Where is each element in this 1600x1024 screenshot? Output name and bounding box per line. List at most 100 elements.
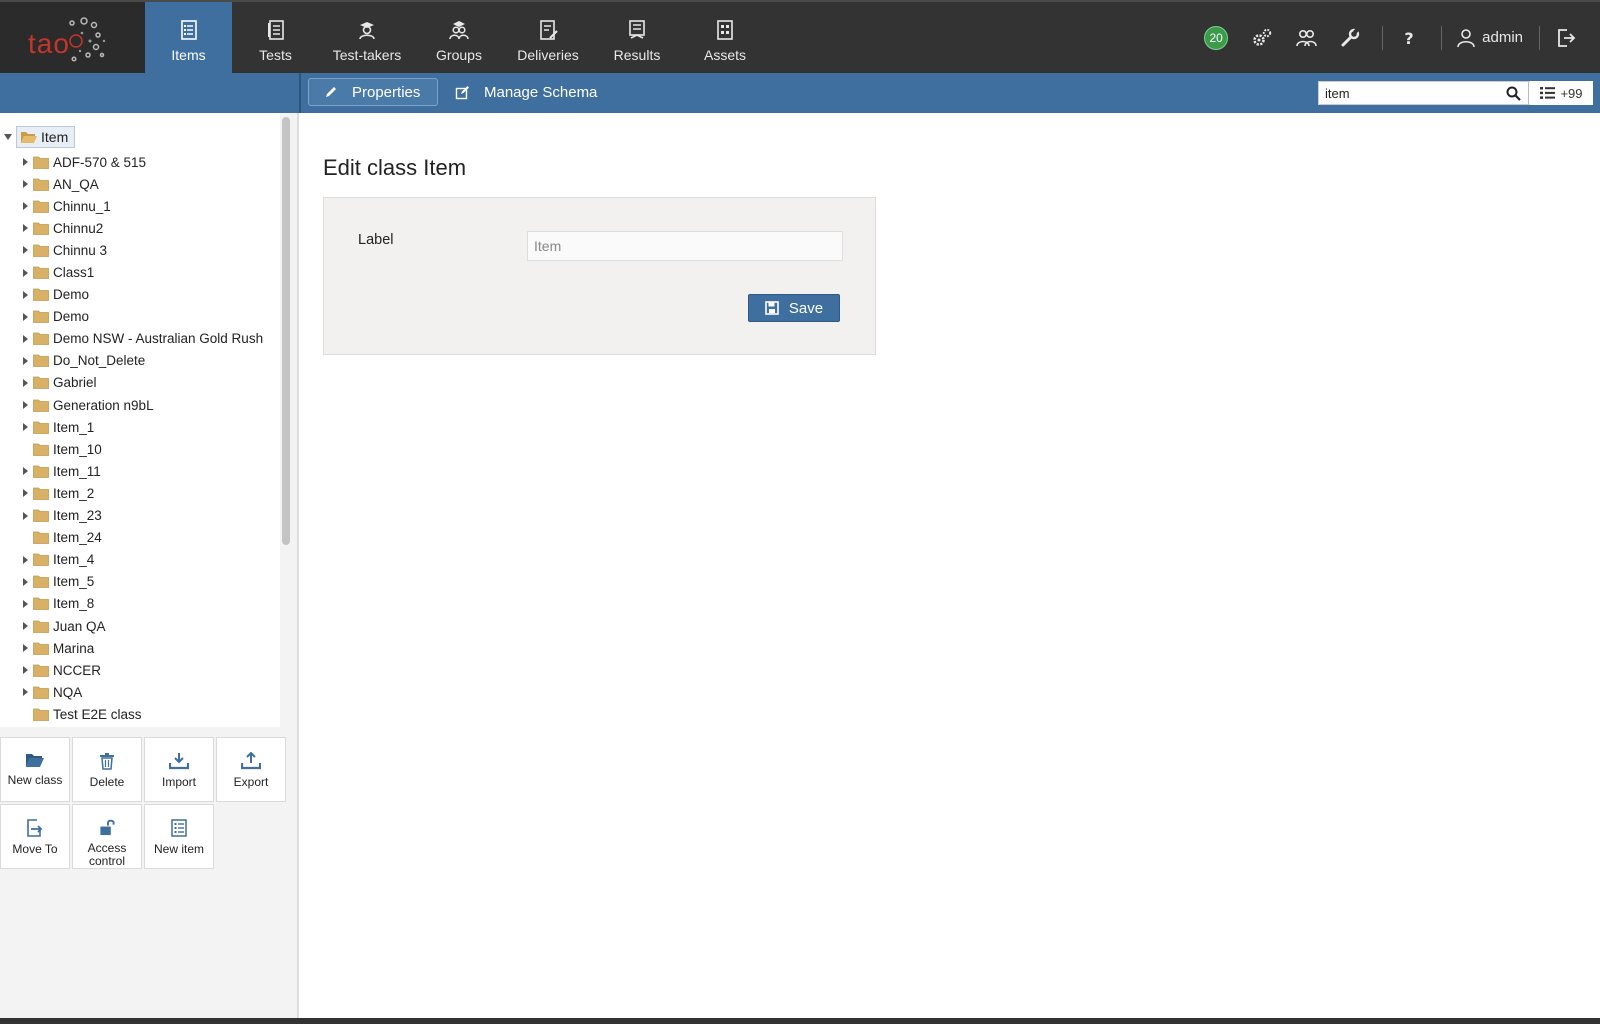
expand-arrow-icon[interactable]: [19, 356, 31, 365]
folder-icon: [33, 222, 49, 235]
tree-node[interactable]: Generation n9bL: [0, 394, 280, 416]
save-button[interactable]: Save: [748, 294, 840, 322]
tree-node[interactable]: Demo: [0, 306, 280, 328]
tree-node[interactable]: Item_2: [0, 482, 280, 504]
folder-open-icon: [21, 132, 37, 143]
expand-arrow-icon[interactable]: [19, 599, 31, 608]
search-results-button[interactable]: +99: [1530, 81, 1593, 105]
tree-node[interactable]: Juan QA: [0, 615, 280, 637]
help-icon[interactable]: ?: [1397, 26, 1421, 50]
tab-manage-schema-label: Manage Schema: [484, 83, 598, 101]
tree-node[interactable]: Chinnu2: [0, 217, 280, 239]
left-panel: Item ADF-570 & 515 AN_QA Chinnu_1 Chinnu2 Ch…: [0, 113, 299, 1018]
tree-node[interactable]: Item_5: [0, 571, 280, 593]
tree-node[interactable]: Chinnu_1: [0, 195, 280, 217]
users-icon[interactable]: [1294, 26, 1318, 50]
tree-node[interactable]: NQA: [0, 681, 280, 703]
expand-arrow-icon[interactable]: [19, 555, 31, 564]
tree-node[interactable]: ADF-570 & 515: [0, 151, 280, 173]
tree-node[interactable]: NCCER: [0, 659, 280, 681]
expand-arrow-icon[interactable]: [19, 577, 31, 586]
main-content: Edit class Item Label Save: [301, 113, 1600, 1018]
folder-icon: [33, 332, 49, 346]
tree-node[interactable]: Item_4: [0, 549, 280, 571]
tree-node[interactable]: Gabriel: [0, 372, 280, 394]
folder-icon: [33, 266, 49, 279]
search-input[interactable]: [1319, 82, 1499, 104]
expand-arrow-icon[interactable]: [19, 511, 31, 520]
access-control-label-2: control: [88, 854, 126, 868]
settings-gears-icon[interactable]: [1250, 26, 1274, 50]
triangle-right-icon: [22, 666, 28, 675]
tao-logo[interactable]: tao: [0, 2, 145, 73]
expand-arrow-icon[interactable]: [19, 401, 31, 410]
tree-node[interactable]: Chinnu 3: [0, 239, 280, 261]
unlock-icon: [100, 819, 115, 836]
expand-arrow-icon[interactable]: [19, 224, 31, 233]
expand-arrow-icon[interactable]: [19, 158, 31, 167]
page-title: Edit class Item: [323, 155, 467, 180]
tree-node-label: Chinnu_1: [53, 198, 111, 214]
tree-node[interactable]: Item_8: [0, 593, 280, 615]
tree-node[interactable]: Test E2E class: [0, 703, 280, 725]
nav-test-takers-label: Test-takers: [332, 47, 402, 63]
expand-arrow-icon[interactable]: [19, 688, 31, 697]
expand-arrow-icon[interactable]: [19, 644, 31, 653]
new-class-button[interactable]: New class: [0, 737, 70, 802]
expand-arrow-icon[interactable]: [19, 290, 31, 299]
tree-node[interactable]: Marina: [0, 637, 280, 659]
tree-node[interactable]: Item_23: [0, 505, 280, 527]
move-to-button[interactable]: Move To: [0, 804, 70, 869]
export-button[interactable]: Export: [216, 737, 286, 802]
expand-arrow-icon[interactable]: [19, 467, 31, 476]
tree-scrollbar[interactable]: [282, 117, 290, 545]
folder-icon: [33, 487, 49, 500]
tab-manage-schema[interactable]: Manage Schema: [455, 78, 597, 106]
collapse-arrow-icon[interactable]: [4, 134, 12, 140]
label-input[interactable]: [527, 231, 843, 261]
expand-arrow-icon[interactable]: [19, 312, 31, 321]
tree-node[interactable]: Demo NSW - Australian Gold Rush: [0, 328, 280, 350]
user-menu[interactable]: admin: [1456, 28, 1523, 48]
expand-arrow-icon[interactable]: [19, 622, 31, 631]
tree-node[interactable]: Do_Not_Delete: [0, 350, 280, 372]
expand-arrow-icon[interactable]: [19, 334, 31, 343]
tree-root-item[interactable]: Item: [4, 126, 76, 148]
tree-node[interactable]: AN_QA: [0, 173, 280, 195]
tree-node[interactable]: Demo: [0, 284, 280, 306]
nav-tests-label: Tests: [259, 47, 292, 63]
expand-arrow-icon[interactable]: [19, 268, 31, 277]
nav-groups[interactable]: Groups: [415, 2, 503, 73]
nav-test-takers[interactable]: Test-takers: [319, 2, 415, 73]
nav-assets[interactable]: Assets: [681, 2, 769, 73]
expand-arrow-icon[interactable]: [19, 180, 31, 189]
expand-arrow-icon[interactable]: [19, 489, 31, 498]
nav-items[interactable]: Items: [145, 2, 232, 73]
tree-node[interactable]: Item_11: [0, 460, 280, 482]
delete-button[interactable]: Delete: [72, 737, 142, 802]
search-button[interactable]: [1499, 82, 1529, 104]
new-item-button[interactable]: New item: [144, 804, 214, 869]
wrench-icon[interactable]: [1338, 26, 1362, 50]
expand-arrow-icon[interactable]: [19, 202, 31, 211]
import-button[interactable]: Import: [144, 737, 214, 802]
tree-node-label: Demo NSW - Australian Gold Rush: [53, 331, 264, 347]
expand-arrow-icon[interactable]: [19, 666, 31, 675]
tab-properties[interactable]: Properties: [308, 78, 438, 106]
expand-arrow-icon[interactable]: [19, 246, 31, 255]
tree-node[interactable]: Item_10: [0, 438, 280, 460]
notifications-badge[interactable]: 20: [1204, 25, 1229, 50]
access-control-button[interactable]: Access control: [72, 804, 142, 869]
folder-icon: [33, 354, 49, 368]
tree-node[interactable]: Item_1: [0, 416, 280, 438]
trash-icon: [100, 753, 114, 770]
expand-arrow-icon[interactable]: [19, 423, 31, 432]
nav-tests[interactable]: Tests: [232, 2, 319, 73]
nav-results[interactable]: Results: [593, 2, 681, 73]
tree-root-selected[interactable]: Item: [16, 126, 76, 148]
logout-icon[interactable]: [1554, 26, 1578, 50]
tree-node[interactable]: Item_24: [0, 527, 280, 549]
nav-deliveries[interactable]: Deliveries: [503, 2, 593, 73]
tree-node[interactable]: Class1: [0, 261, 280, 283]
expand-arrow-icon[interactable]: [19, 378, 31, 387]
